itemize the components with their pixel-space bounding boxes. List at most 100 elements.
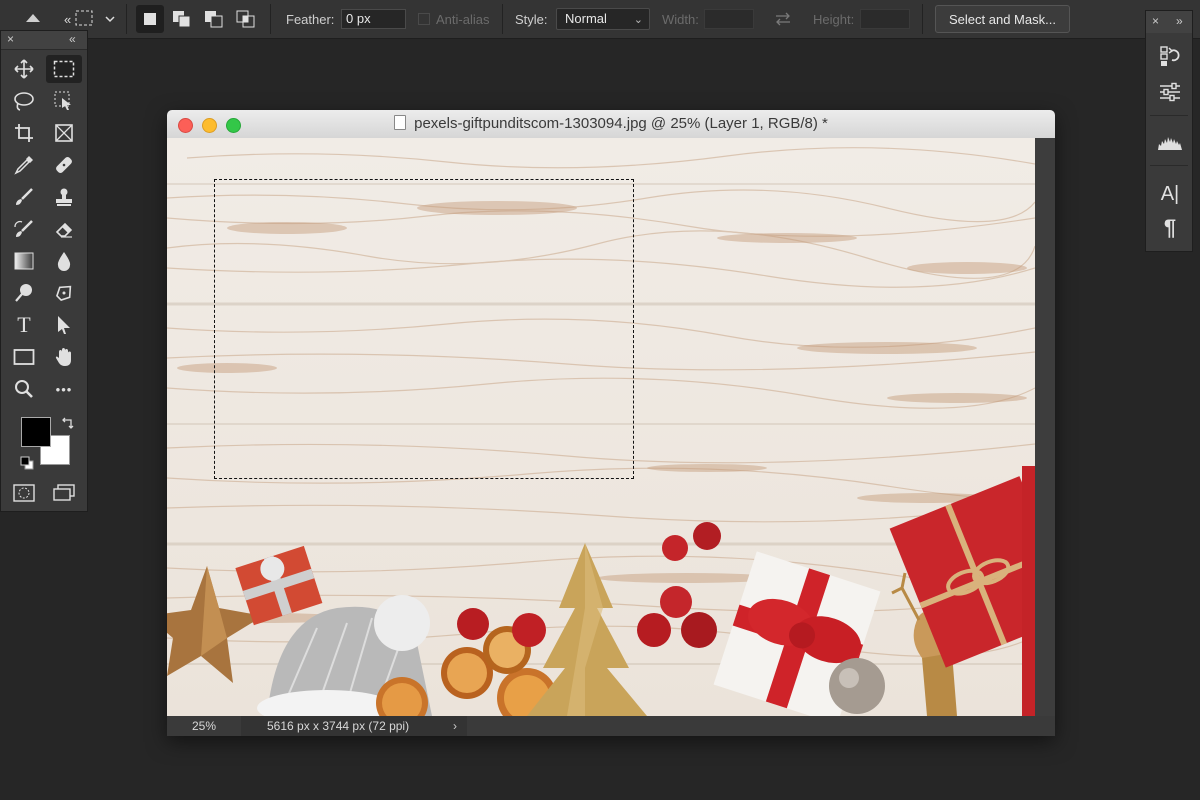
sliders-icon bbox=[1160, 82, 1180, 102]
blur-tool[interactable] bbox=[46, 247, 82, 275]
move-icon bbox=[14, 59, 34, 79]
width-input[interactable] bbox=[704, 9, 754, 29]
expand-icon[interactable]: » bbox=[1176, 14, 1183, 28]
crop-tool[interactable] bbox=[6, 119, 42, 147]
close-window-button[interactable] bbox=[178, 118, 193, 133]
style-select[interactable]: Normal ⌄ bbox=[556, 8, 650, 30]
pen-icon bbox=[56, 285, 72, 301]
history-icon bbox=[1160, 46, 1180, 66]
history-brush-tool[interactable] bbox=[6, 215, 42, 243]
zoom-window-button[interactable] bbox=[226, 118, 241, 133]
type-tool[interactable]: T bbox=[6, 311, 42, 339]
feather-input[interactable]: 0 px bbox=[341, 9, 406, 29]
zoom-tool[interactable] bbox=[6, 375, 42, 403]
hand-tool[interactable] bbox=[46, 343, 82, 371]
document-titlebar[interactable]: pexels-giftpunditscom-1303094.jpg @ 25% … bbox=[167, 110, 1055, 139]
paragraph-panel-button[interactable]: ¶ bbox=[1155, 213, 1185, 243]
type-icon: T bbox=[17, 312, 31, 337]
width-label: Width: bbox=[662, 11, 699, 27]
stamp-icon bbox=[56, 188, 72, 206]
move-tool[interactable] bbox=[6, 55, 42, 83]
quick-mask-icon bbox=[13, 484, 35, 502]
path-selection-tool[interactable] bbox=[46, 311, 82, 339]
eyedropper-icon bbox=[14, 156, 33, 175]
close-icon[interactable]: × bbox=[7, 32, 14, 46]
gradient-icon bbox=[14, 252, 34, 270]
style-select-value: Normal bbox=[565, 11, 607, 26]
brush-tool[interactable] bbox=[6, 183, 42, 211]
document-title: pexels-giftpunditscom-1303094.jpg @ 25% … bbox=[167, 110, 1055, 138]
magnifier-icon bbox=[15, 380, 33, 398]
height-input[interactable] bbox=[860, 9, 910, 29]
hand-icon bbox=[55, 348, 71, 366]
adjustments-panel-button[interactable] bbox=[1155, 77, 1185, 107]
image-canvas[interactable] bbox=[167, 138, 1035, 716]
minimize-window-button[interactable] bbox=[202, 118, 217, 133]
status-bar: 25% 5616 px x 3744 px (72 ppi) › bbox=[167, 716, 1055, 736]
droplet-icon bbox=[57, 252, 71, 271]
lasso-tool[interactable] bbox=[6, 87, 42, 115]
edit-toolbar-button[interactable]: ••• bbox=[46, 375, 82, 403]
collapse-icon[interactable]: « bbox=[69, 32, 76, 46]
new-selection-button[interactable] bbox=[136, 5, 164, 33]
height-label: Height: bbox=[813, 11, 855, 27]
document-info: 5616 px x 3744 px (72 ppi) bbox=[241, 716, 467, 736]
options-bar: « Feather: 0 px Anti-alias Style: Normal… bbox=[0, 0, 1200, 39]
more-icon: ••• bbox=[55, 381, 73, 397]
quick-mask-button[interactable] bbox=[6, 479, 42, 507]
default-colors-icon[interactable] bbox=[20, 456, 34, 475]
close-icon[interactable]: × bbox=[1152, 14, 1159, 28]
pen-tool[interactable] bbox=[46, 279, 82, 307]
document-title-text: pexels-giftpunditscom-1303094.jpg @ 25% … bbox=[414, 115, 828, 132]
clone-stamp-tool[interactable] bbox=[46, 183, 82, 211]
select-and-mask-button[interactable]: Select and Mask... bbox=[935, 5, 1070, 33]
tools-panel: × « T ••• bbox=[0, 30, 88, 512]
gradient-tool[interactable] bbox=[6, 247, 42, 275]
eyedropper-tool[interactable] bbox=[6, 151, 42, 179]
intersect-selection-button[interactable] bbox=[232, 5, 260, 33]
marquee-preset-icon bbox=[75, 10, 115, 26]
rectangle-tool[interactable] bbox=[6, 343, 42, 371]
info-menu-arrow-icon[interactable]: › bbox=[453, 716, 457, 736]
swap-dimensions-icon[interactable] bbox=[774, 0, 792, 38]
histogram-panel-button[interactable] bbox=[1155, 127, 1185, 157]
history-panel-button[interactable] bbox=[1155, 41, 1185, 71]
vertical-scrollbar[interactable] bbox=[1035, 138, 1055, 716]
dodge-icon bbox=[15, 284, 32, 302]
paragraph-icon: ¶ bbox=[1163, 215, 1177, 240]
character-panel-button[interactable]: A| bbox=[1155, 179, 1185, 209]
crop-icon bbox=[15, 124, 33, 142]
brush-icon bbox=[16, 188, 33, 205]
antialias-label: Anti-alias bbox=[436, 11, 490, 27]
style-label: Style: bbox=[515, 11, 548, 27]
lasso-icon bbox=[14, 92, 34, 111]
swap-colors-icon[interactable] bbox=[61, 416, 75, 435]
bandage-icon bbox=[56, 157, 72, 173]
spot-healing-brush-tool[interactable] bbox=[46, 151, 82, 179]
object-selection-tool[interactable] bbox=[46, 87, 82, 115]
add-to-selection-button[interactable] bbox=[168, 5, 196, 33]
screen-mode-icon bbox=[53, 484, 75, 501]
antialias-checkbox[interactable]: Anti-alias bbox=[418, 0, 489, 38]
marquee-icon bbox=[53, 60, 75, 78]
document-window: pexels-giftpunditscom-1303094.jpg @ 25% … bbox=[167, 110, 1055, 736]
object-selection-icon bbox=[54, 91, 71, 110]
screen-mode-button[interactable] bbox=[46, 479, 82, 507]
foreground-color-swatch[interactable] bbox=[21, 417, 51, 447]
subtract-from-selection-button[interactable] bbox=[200, 5, 228, 33]
dock-header[interactable]: × » bbox=[1146, 11, 1192, 33]
rectangular-marquee-tool[interactable] bbox=[46, 55, 82, 83]
marquee-selection[interactable] bbox=[214, 179, 634, 479]
file-icon bbox=[394, 115, 407, 130]
eraser-icon bbox=[55, 222, 73, 238]
zoom-level[interactable]: 25% bbox=[167, 716, 241, 736]
feather-label: Feather: bbox=[286, 11, 335, 27]
eraser-tool[interactable] bbox=[46, 215, 82, 243]
dodge-tool[interactable] bbox=[6, 279, 42, 307]
tools-panel-header[interactable]: × « bbox=[1, 31, 87, 50]
chevron-down-icon: ⌄ bbox=[633, 14, 643, 26]
frame-icon bbox=[55, 124, 73, 142]
histogram-icon bbox=[1158, 137, 1182, 150]
history-brush-icon bbox=[14, 220, 33, 237]
frame-tool[interactable] bbox=[46, 119, 82, 147]
